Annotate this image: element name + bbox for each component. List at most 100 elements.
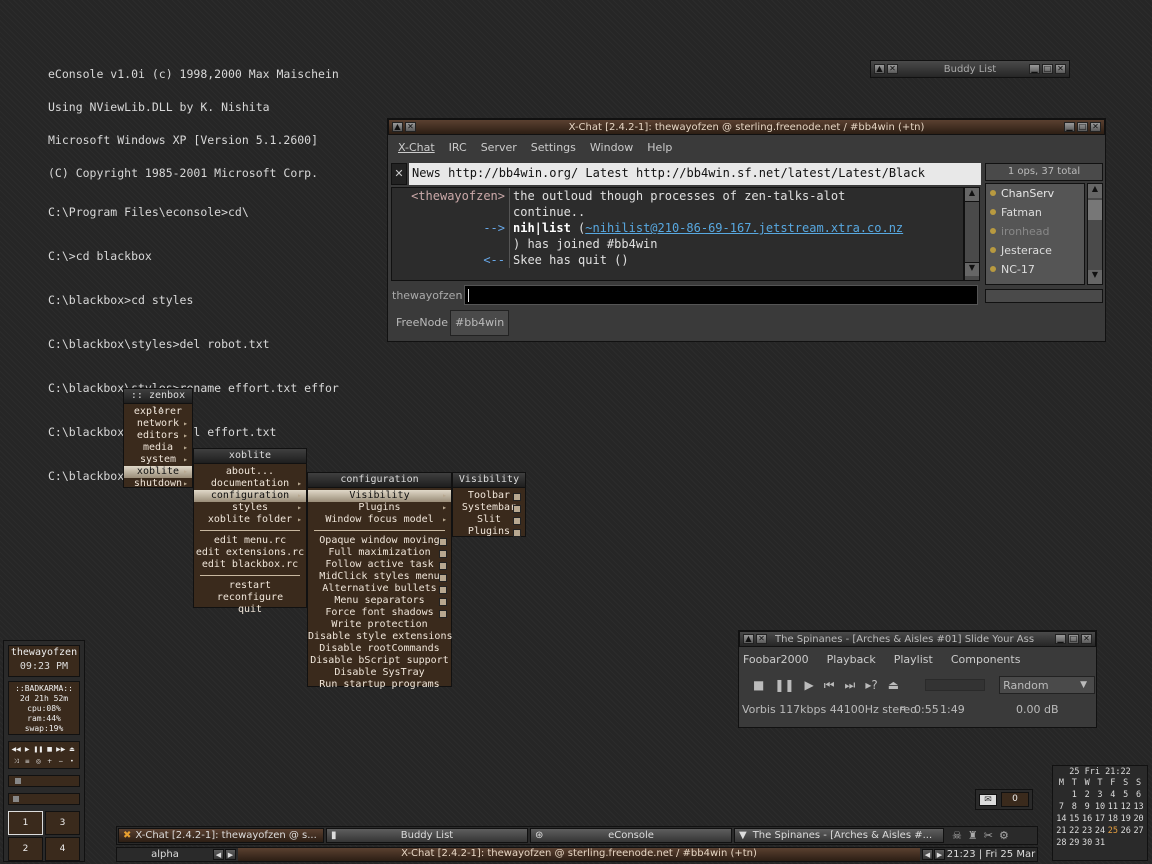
stop-icon[interactable]: ■	[45, 744, 55, 755]
tray-skull-icon[interactable]: ☠	[952, 829, 962, 842]
calendar-day[interactable]: 20	[1132, 814, 1145, 824]
calendar-day[interactable]: 14	[1055, 814, 1068, 824]
menu-help[interactable]: Help	[647, 141, 672, 154]
menu-item-system[interactable]: system	[124, 454, 192, 466]
calendar-day[interactable]: 21	[1055, 826, 1068, 836]
menu-item-disable-bscript-support[interactable]: Disable bScript support	[308, 655, 451, 667]
shuffle-icon[interactable]: ⤨	[11, 756, 21, 767]
tab-bb4win[interactable]: #bb4win	[450, 310, 510, 336]
menu-item-disable-rootcommands[interactable]: Disable rootCommands	[308, 643, 451, 655]
menu-item-systembar[interactable]: Systembar	[453, 502, 525, 514]
pause-icon[interactable]: ❚❚	[774, 678, 794, 692]
calendar-day[interactable]: 9	[1081, 802, 1094, 812]
user-list-item[interactable]: Fatman	[986, 203, 1084, 222]
calendar-day[interactable]: 17	[1094, 814, 1107, 824]
calendar-day[interactable]: 18	[1106, 814, 1119, 824]
menu-server[interactable]: Server	[481, 141, 517, 154]
menu-item-toolbar[interactable]: Toolbar	[453, 490, 525, 502]
menu-item-reconfigure[interactable]: reconfigure	[194, 592, 306, 604]
menu-item-run-startup-programs[interactable]: Run startup programs	[308, 679, 451, 691]
maximize-icon[interactable]: □	[1077, 122, 1088, 132]
xchat-titlebar[interactable]: ▲ ✕ X-Chat [2.4.2-1]: thewayofzen @ ster…	[388, 119, 1105, 135]
menu-window[interactable]: Window	[590, 141, 633, 154]
menu-item-xoblite[interactable]: xoblite	[124, 466, 192, 478]
message-input[interactable]	[464, 285, 978, 305]
menu-item-shutdown[interactable]: shutdown	[124, 478, 192, 490]
menu-item-midclick-styles-menu[interactable]: MidClick styles menu	[308, 571, 451, 583]
calendar-day[interactable]: 25	[1106, 826, 1119, 836]
workspace-3[interactable]: 3	[45, 811, 80, 835]
seek-slider[interactable]	[925, 679, 986, 691]
menu-item-documentation[interactable]: documentation	[194, 478, 306, 490]
options-icon[interactable]: •	[67, 756, 77, 767]
chat-hostmask[interactable]: ~nihilist@210-86-69-167.jetstream.xtra.c…	[585, 221, 903, 235]
calendar-day[interactable]: 4	[1106, 790, 1119, 800]
user-list-item[interactable]: ChanServ	[986, 184, 1084, 203]
minimize-icon[interactable]: ▁	[1029, 64, 1040, 74]
calendar-day[interactable]: 23	[1081, 826, 1094, 836]
menu-item-media[interactable]: media	[124, 442, 192, 454]
next-workspace-button[interactable]: ▶	[225, 849, 236, 860]
calendar-day[interactable]: 19	[1119, 814, 1132, 824]
menu-item-editors[interactable]: editors	[124, 430, 192, 442]
input-nick-label[interactable]: thewayofzen	[392, 286, 464, 306]
calendar-day[interactable]: 12	[1119, 802, 1132, 812]
scroll-up-icon[interactable]: ▲	[965, 188, 979, 202]
topic-bar[interactable]: News http://bb4win.org/ Latest http://bb…	[409, 163, 981, 185]
menu-item-write-protection[interactable]: Write protection	[308, 619, 451, 631]
calendar-day[interactable]: 27	[1132, 826, 1145, 836]
user-list-scrollbar[interactable]: ▲ ▼	[1087, 183, 1103, 285]
calendar-day[interactable]: 1	[1068, 790, 1081, 800]
close-icon[interactable]: ✕	[1055, 64, 1066, 74]
menu-foobar2000[interactable]: Foobar2000	[743, 653, 809, 666]
user-list-item[interactable]: ironhead	[986, 222, 1084, 241]
calendar-day[interactable]: 3	[1094, 790, 1107, 800]
close-icon[interactable]: ✕	[1090, 122, 1101, 132]
next-icon[interactable]: ⏭	[845, 678, 856, 693]
calendar-day[interactable]: 26	[1119, 826, 1132, 836]
playback-order-select[interactable]: Random ▼	[999, 676, 1096, 694]
toolbar-clock[interactable]: 21:23 | Fri 25 Mar	[945, 849, 1037, 860]
volume-up-icon[interactable]: +	[45, 756, 55, 767]
menu-item-slit[interactable]: Slit	[453, 514, 525, 526]
eject-icon[interactable]: ⏏	[67, 744, 77, 755]
menu-item-plugins-visibility[interactable]: Plugins	[453, 526, 525, 538]
volume-down-icon[interactable]: −	[56, 756, 66, 767]
task-xchat[interactable]: ✖ X-Chat [2.4.2-1]: thewayofzen @ s...	[118, 828, 324, 843]
maximize-icon[interactable]: □	[1042, 64, 1053, 74]
eject-icon[interactable]: ⏏	[888, 678, 899, 692]
mail-notifier[interactable]: ✉ 0	[975, 789, 1033, 810]
calendar-day[interactable]: 22	[1068, 826, 1081, 836]
menu-item-menu-separators[interactable]: Menu separators	[308, 595, 451, 607]
pause-icon[interactable]: ❚❚	[33, 744, 43, 755]
workspace-4[interactable]: 4	[45, 837, 80, 861]
position-slider[interactable]	[8, 793, 80, 805]
calendar-day[interactable]: 13	[1132, 802, 1145, 812]
menu-item-quit[interactable]: quit	[194, 604, 306, 616]
menu-item-network[interactable]: network	[124, 418, 192, 430]
menu-item-about[interactable]: about...	[194, 466, 306, 478]
shade-icon[interactable]: ▲	[874, 64, 885, 74]
menu-item-disable-style-extensions[interactable]: Disable style extensions	[308, 631, 453, 643]
shade-icon[interactable]: ▲	[743, 634, 754, 644]
previous-icon[interactable]: ⏮	[824, 678, 835, 693]
calendar-day[interactable]: 28	[1055, 838, 1068, 848]
menu-item-xoblite-folder[interactable]: xoblite folder	[194, 514, 306, 526]
menu-item-visibility[interactable]: Visibility	[308, 490, 451, 502]
calendar-day[interactable]: 8	[1068, 802, 1081, 812]
user-action-buttons[interactable]	[985, 289, 1103, 303]
close-icon[interactable]: ✕	[405, 122, 416, 132]
tab-freenode[interactable]: FreeNode	[392, 310, 452, 336]
next-window-button[interactable]: ▶	[934, 849, 945, 860]
menu-settings[interactable]: Settings	[531, 141, 576, 154]
calendar-day[interactable]: 7	[1055, 802, 1068, 812]
next-icon[interactable]: ▶▶	[56, 744, 66, 755]
menu-item-plugins[interactable]: Plugins	[308, 502, 451, 514]
close-icon[interactable]: ✕	[887, 64, 898, 74]
menu-xchat[interactable]: X-Chat	[398, 141, 435, 154]
scroll-down-icon[interactable]: ▼	[965, 262, 979, 276]
tray-user-icon[interactable]: ♜	[968, 829, 978, 842]
calendar-day[interactable]: 2	[1081, 790, 1094, 800]
tray-gear-icon[interactable]: ⚙	[999, 829, 1009, 842]
user-list-item[interactable]: NC-17	[986, 260, 1084, 279]
